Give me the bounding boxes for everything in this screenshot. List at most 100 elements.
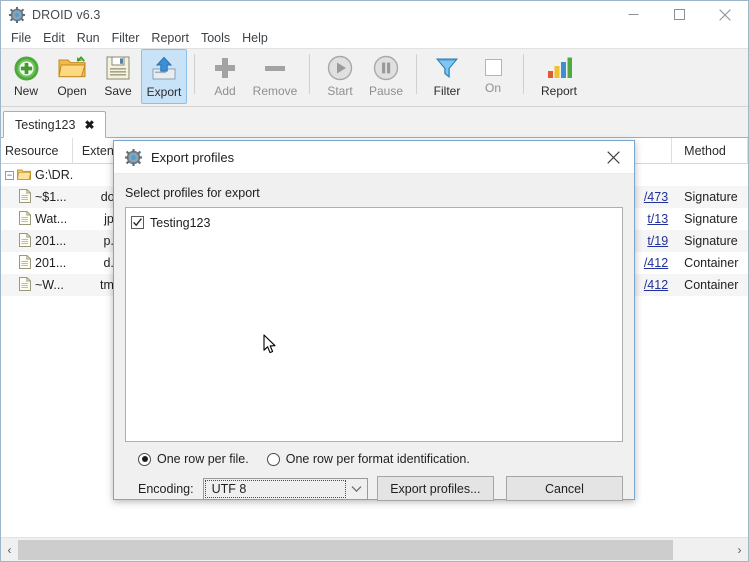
plus-icon (209, 53, 241, 83)
radio-selected-icon[interactable] (138, 452, 151, 466)
cell-resource-text: ~$1... (35, 190, 67, 204)
toolbar-save-button[interactable]: Save (95, 49, 141, 104)
dialog-body: Select profiles for export Testing123 On… (114, 174, 634, 501)
window-title: DROID v6.3 (32, 7, 101, 22)
floppy-disk-icon (102, 53, 134, 83)
column-header-resource[interactable]: Resource (1, 138, 73, 164)
cell-method: Container (684, 278, 739, 292)
dialog-footer: Encoding: UTF 8 Export profiles... Cance… (125, 466, 623, 501)
menu-edit[interactable]: Edit (37, 29, 71, 47)
export-profiles-dialog: Export profiles Select profiles for expo… (113, 140, 635, 501)
checkbox-unchecked-icon[interactable] (484, 59, 502, 76)
toolbar-remove-label: Remove (252, 84, 298, 98)
toolbar-start-label: Start (327, 84, 353, 98)
toolbar-save-label: Save (104, 84, 132, 98)
cell-puid-link[interactable]: t/13 (647, 212, 672, 226)
toolbar-separator-1 (194, 54, 195, 94)
export-profiles-button[interactable]: Export profiles... (376, 476, 494, 501)
radio-one-row-per-format-label: One row per format identification. (285, 452, 470, 466)
scroll-left-arrow-icon[interactable]: ‹ (1, 538, 18, 562)
toolbar-remove-button[interactable]: Remove (248, 49, 302, 104)
cell-resource: ~W... (1, 276, 73, 294)
horizontal-scrollbar[interactable]: ‹ › (1, 537, 748, 561)
gear-icon (125, 148, 142, 166)
file-icon (19, 210, 31, 228)
menu-report[interactable]: Report (145, 29, 195, 47)
cell-puid-link[interactable]: t/19 (647, 234, 672, 248)
list-item-label: Testing123 (150, 215, 211, 230)
scroll-right-arrow-icon[interactable]: › (731, 538, 748, 562)
toolbar-pause-button[interactable]: Pause (363, 49, 409, 104)
list-item[interactable]: Testing123 (131, 213, 622, 232)
toolbar-report-button[interactable]: Report (531, 49, 587, 104)
cell-method: Signature (684, 234, 738, 248)
select-profiles-label: Select profiles for export (125, 186, 260, 200)
tab-close-icon[interactable]: ✖ (84, 119, 94, 131)
toolbar-export-label: Export (146, 85, 182, 99)
toolbar-filter-on-toggle[interactable]: On (470, 49, 516, 104)
cell-resource-text: G:\DR... (35, 168, 73, 182)
toolbar-filter-label: Filter (433, 84, 461, 98)
encoding-label: Encoding: (138, 481, 194, 496)
profile-checkbox[interactable] (131, 216, 144, 229)
toolbar-report-label: Report (540, 84, 578, 98)
tab-testing123[interactable]: Testing123 ✖ (3, 111, 106, 138)
menu-file[interactable]: File (5, 29, 37, 47)
encoding-value: UTF 8 (204, 479, 346, 498)
scrollbar-thumb[interactable] (18, 539, 673, 560)
radio-unselected-icon[interactable] (266, 452, 280, 466)
cancel-button[interactable]: Cancel (505, 476, 623, 501)
menu-help[interactable]: Help (236, 29, 274, 47)
menu-tools[interactable]: Tools (195, 29, 236, 47)
title-bar: DROID v6.3 (1, 1, 748, 28)
radio-one-row-per-file[interactable]: One row per file. (138, 452, 249, 466)
row-mode-radio-group: One row per file. One row per format ide… (125, 442, 623, 466)
tab-label: Testing123 (15, 117, 76, 132)
toolbar-open-button[interactable]: Open (49, 49, 95, 104)
toolbar-filter-button[interactable]: Filter (424, 49, 470, 104)
tab-strip: Testing123 ✖ (1, 107, 748, 138)
maximize-button[interactable] (656, 1, 702, 28)
scrollbar-track[interactable] (18, 537, 731, 561)
radio-one-row-per-file-label: One row per file. (157, 452, 249, 466)
cell-resource-text: 201... (35, 234, 67, 248)
dialog-title-bar: Export profiles (114, 141, 634, 174)
cell-resource: ~$1... (1, 188, 73, 206)
profiles-listbox[interactable]: Testing123 (125, 207, 623, 442)
cell-puid-link[interactable]: /412 (644, 256, 672, 270)
dialog-title: Export profiles (151, 149, 235, 165)
menu-run[interactable]: Run (71, 29, 106, 47)
cell-method: Signature (684, 212, 738, 226)
cell-resource: − G:\DR... (1, 168, 73, 183)
toolbar-export-button[interactable]: Export (141, 49, 187, 104)
toolbar: New Open Save Export Add Remove Start Pa… (1, 49, 748, 107)
minimize-button[interactable] (610, 1, 656, 28)
cell-resource: 201... (1, 254, 73, 272)
file-icon (19, 188, 31, 206)
encoding-select[interactable]: UTF 8 (202, 477, 368, 500)
radio-one-row-per-format[interactable]: One row per format identification. (266, 452, 470, 466)
cell-resource: 201... (1, 232, 73, 250)
folder-icon (17, 168, 31, 183)
column-header-method[interactable]: Method (672, 138, 748, 164)
toolbar-add-button[interactable]: Add (202, 49, 248, 104)
plus-circle-green-icon (10, 53, 42, 83)
close-button[interactable] (702, 1, 748, 28)
menu-filter[interactable]: Filter (106, 29, 146, 47)
toolbar-start-button[interactable]: Start (317, 49, 363, 104)
cell-method: Container (684, 256, 739, 270)
app-gear-icon (9, 6, 25, 23)
droid-application-window: DROID v6.3 File Edit Run Filter Report T… (0, 0, 749, 562)
folder-open-icon (56, 53, 88, 83)
toolbar-open-label: Open (57, 84, 87, 98)
cell-resource: Wat... (1, 210, 73, 228)
menu-bar: File Edit Run Filter Report Tools Help (1, 28, 748, 49)
cell-puid-link[interactable]: /473 (644, 190, 672, 204)
tree-collapse-icon[interactable]: − (5, 170, 14, 180)
cell-resource-text: ~W... (35, 278, 64, 292)
funnel-icon (431, 53, 463, 83)
dialog-close-icon[interactable] (592, 141, 634, 174)
chevron-down-icon[interactable] (347, 479, 367, 499)
cell-puid-link[interactable]: /412 (644, 278, 672, 292)
toolbar-new-button[interactable]: New (3, 49, 49, 104)
